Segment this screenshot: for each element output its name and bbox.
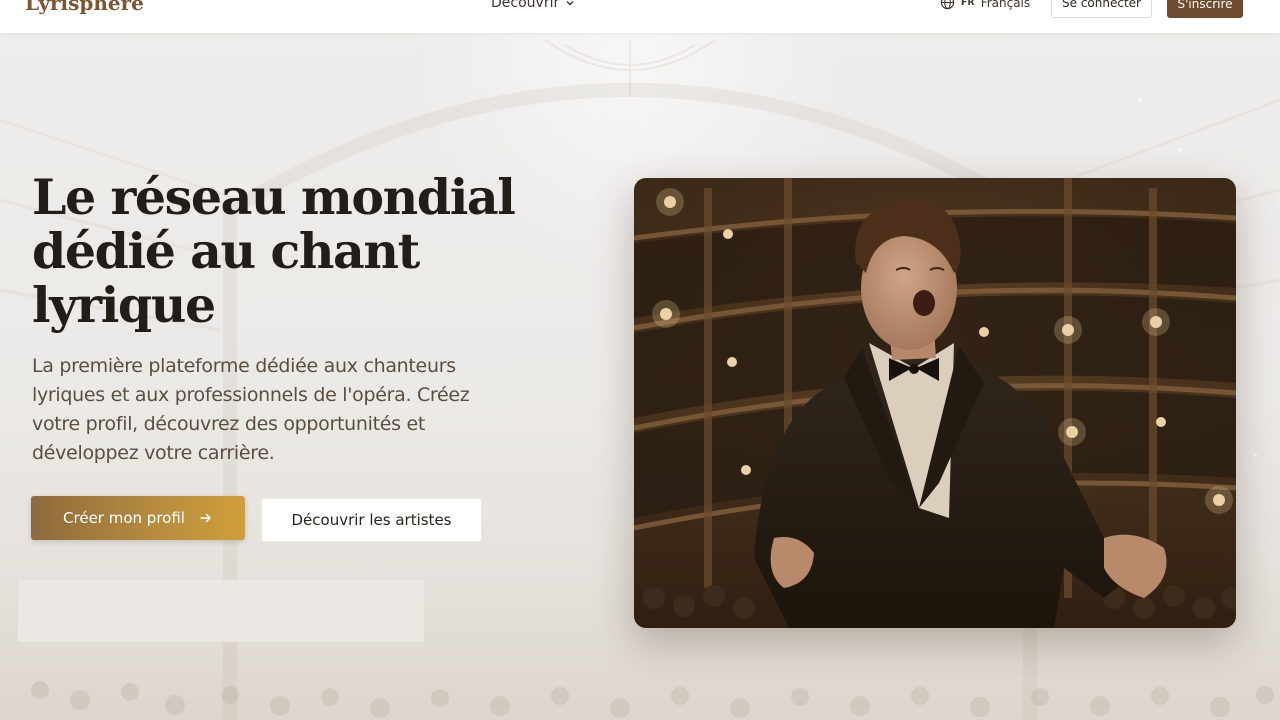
hero-image <box>634 178 1236 628</box>
discover-artists-button[interactable]: Découvrir les artistes <box>261 498 482 542</box>
arrow-right-icon <box>200 513 211 523</box>
hero-title: Le réseau mondial dédié au chant lyrique <box>32 168 516 334</box>
nav-discover-dropdown[interactable]: Découvrir <box>491 0 575 11</box>
opera-singer-image <box>634 178 1236 628</box>
globe-icon <box>940 0 955 10</box>
create-profile-button[interactable]: Créer mon profil <box>31 496 245 540</box>
hero-subtitle: La première plateforme dédiée aux chante… <box>32 355 470 464</box>
create-profile-label: Créer mon profil <box>63 509 185 527</box>
language-name: Français <box>980 0 1031 10</box>
nav-discover-label: Découvrir <box>491 0 560 11</box>
language-code: FR <box>961 0 975 8</box>
language-selector[interactable]: FR Français <box>940 0 1030 10</box>
empty-content-panel <box>18 580 424 642</box>
site-logo[interactable]: Lyrisphère <box>25 0 144 15</box>
signup-button[interactable]: S'inscrire <box>1167 0 1243 18</box>
login-button[interactable]: Se connecter <box>1051 0 1152 18</box>
top-navbar: Lyrisphère Découvrir FR Français Se conn… <box>0 0 1280 33</box>
chevron-down-icon <box>566 1 574 6</box>
